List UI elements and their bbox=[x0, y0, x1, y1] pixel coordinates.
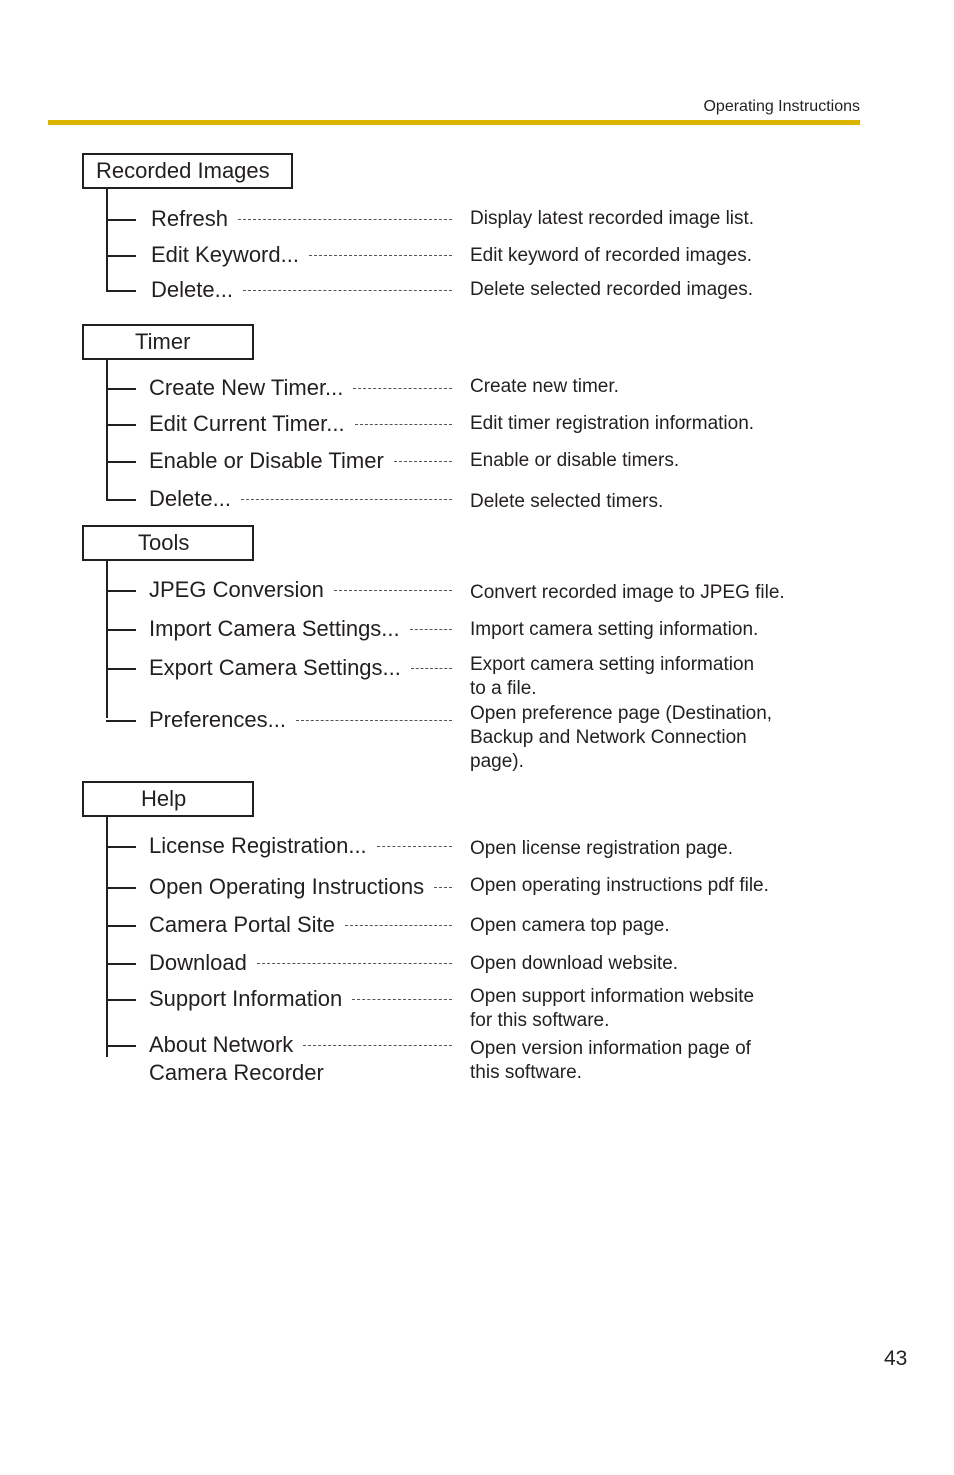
menu-item-label: Support Information bbox=[149, 986, 343, 1011]
leader-line bbox=[354, 424, 452, 425]
menu-item-label: JPEG Conversion bbox=[149, 577, 324, 602]
menu-item-description: Open version information page of this so… bbox=[470, 1038, 751, 1083]
menu-item-description: Create new timer. bbox=[470, 376, 619, 397]
running-header: Operating Instructions bbox=[703, 98, 860, 115]
menu-item-label: Delete... bbox=[149, 486, 231, 511]
tree-branch bbox=[106, 590, 136, 592]
leader-line bbox=[410, 668, 452, 669]
tree-branch bbox=[106, 499, 136, 501]
menu-item-label: Refresh bbox=[151, 206, 229, 231]
menu-item-description: Delete selected recorded images. bbox=[470, 279, 754, 300]
tree-branch bbox=[106, 388, 136, 390]
menu-item-label: Enable or Disable Timer bbox=[149, 448, 384, 473]
menu-item-label: Create New Timer... bbox=[149, 375, 344, 400]
tree-branch bbox=[106, 668, 136, 670]
tree-branch bbox=[106, 925, 136, 927]
menu-item-label: Camera Portal Site bbox=[149, 912, 335, 937]
menu-item-label: Open Operating Instructions bbox=[149, 874, 425, 899]
tree-branch bbox=[106, 255, 136, 257]
menu-item-label: Import Camera Settings... bbox=[149, 616, 400, 641]
leader-line bbox=[303, 1045, 452, 1046]
tree-branch bbox=[106, 999, 136, 1001]
section-header-recorded-images: Recorded Images bbox=[82, 153, 293, 189]
tree-branch bbox=[106, 1045, 136, 1047]
menu-item-label-line2: Camera Recorder bbox=[149, 1060, 324, 1085]
menu-item-label: Download bbox=[149, 950, 247, 975]
tree-branch bbox=[106, 290, 136, 292]
tree-branch bbox=[106, 720, 136, 722]
tree-trunk bbox=[106, 561, 108, 718]
menu-item-label: Edit Keyword... bbox=[151, 242, 299, 267]
header-rule bbox=[48, 120, 860, 125]
section-header-tools: Tools bbox=[82, 525, 254, 561]
tree-branch bbox=[106, 424, 136, 426]
tree-branch bbox=[106, 629, 136, 631]
leader-line bbox=[256, 963, 452, 964]
menu-item-description: Open download website. bbox=[470, 953, 679, 974]
menu-item-label: Edit Current Timer... bbox=[149, 411, 345, 436]
menu-item-description: Import camera setting information. bbox=[470, 619, 759, 640]
leader-line bbox=[344, 925, 452, 926]
leader-line bbox=[238, 219, 452, 220]
menu-item-label: About Network bbox=[149, 1032, 294, 1057]
menu-item-label: Export Camera Settings... bbox=[149, 655, 401, 680]
menu-item-description: Edit keyword of recorded images. bbox=[470, 245, 752, 266]
menu-item-description: Convert recorded image to JPEG file. bbox=[470, 582, 785, 603]
menu-item-description: Enable or disable timers. bbox=[470, 450, 680, 471]
tree-branch bbox=[106, 887, 136, 889]
menu-item-label: Preferences... bbox=[149, 707, 286, 732]
menu-item-description: Open support information website for thi… bbox=[470, 986, 755, 1031]
leader-line bbox=[295, 720, 452, 721]
leader-line bbox=[333, 590, 452, 591]
menu-item-description: Open camera top page. bbox=[470, 915, 670, 936]
leader-line bbox=[434, 887, 452, 888]
leader-line bbox=[353, 388, 452, 389]
leader-line bbox=[308, 255, 452, 256]
tree-branch bbox=[106, 219, 136, 221]
section-header-help: Help bbox=[82, 781, 254, 817]
tree-branch bbox=[106, 846, 136, 848]
tree-trunk bbox=[106, 360, 108, 499]
leader-line bbox=[376, 846, 452, 847]
page-number: 43 bbox=[884, 1347, 908, 1370]
tree-trunk bbox=[106, 189, 108, 290]
leader-line bbox=[240, 499, 452, 500]
leader-line bbox=[352, 999, 452, 1000]
menu-item-description: Open preference page (Destination, Backu… bbox=[470, 703, 773, 772]
menu-item-description: Open operating instructions pdf file. bbox=[470, 875, 769, 896]
menu-item-label: License Registration... bbox=[149, 833, 367, 858]
leader-line bbox=[393, 461, 452, 462]
menu-item-description: Delete selected timers. bbox=[470, 491, 664, 512]
tree-trunk bbox=[106, 817, 108, 1057]
tree-branch bbox=[106, 963, 136, 965]
leader-line bbox=[409, 629, 452, 630]
menu-item-description: Display latest recorded image list. bbox=[470, 208, 755, 229]
menu-item-description: Open license registration page. bbox=[470, 838, 733, 859]
menu-item-description: Edit timer registration information. bbox=[470, 413, 755, 434]
menu-item-label: Delete... bbox=[151, 277, 233, 302]
tree-branch bbox=[106, 461, 136, 463]
section-header-timer: Timer bbox=[82, 324, 254, 360]
menu-item-description: Export camera setting information to a f… bbox=[470, 654, 755, 699]
leader-line bbox=[242, 290, 452, 291]
